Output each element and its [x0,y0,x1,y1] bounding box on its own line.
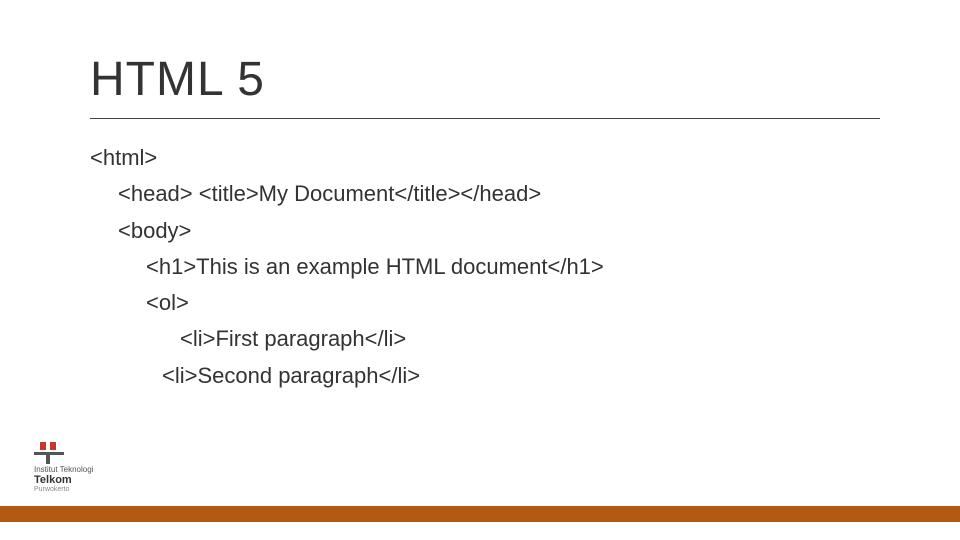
code-line: <body> [90,213,604,249]
code-line: <html> [90,140,604,176]
code-line: <ol> [90,285,604,321]
code-block: <html> <head> <title>My Document</title>… [90,140,604,394]
logo-line3: Purwokerto [34,486,69,494]
logo-line2: Telkom [34,474,72,486]
code-line: <li>Second paragraph</li> [90,358,604,394]
title-underline [90,118,880,119]
logo-line1: Institut Teknologi [34,466,93,474]
slide: HTML 5 <html> <head> <title>My Document<… [0,0,960,540]
code-line: <head> <title>My Document</title></head> [90,176,604,212]
telkom-logo-icon [34,442,64,464]
institution-logo: Institut Teknologi Telkom Purwokerto [34,442,93,494]
code-line: <h1>This is an example HTML document</h1… [90,249,604,285]
footer-bar [0,506,960,522]
slide-title: HTML 5 [90,52,265,107]
code-line: <li>First paragraph</li> [90,321,604,357]
